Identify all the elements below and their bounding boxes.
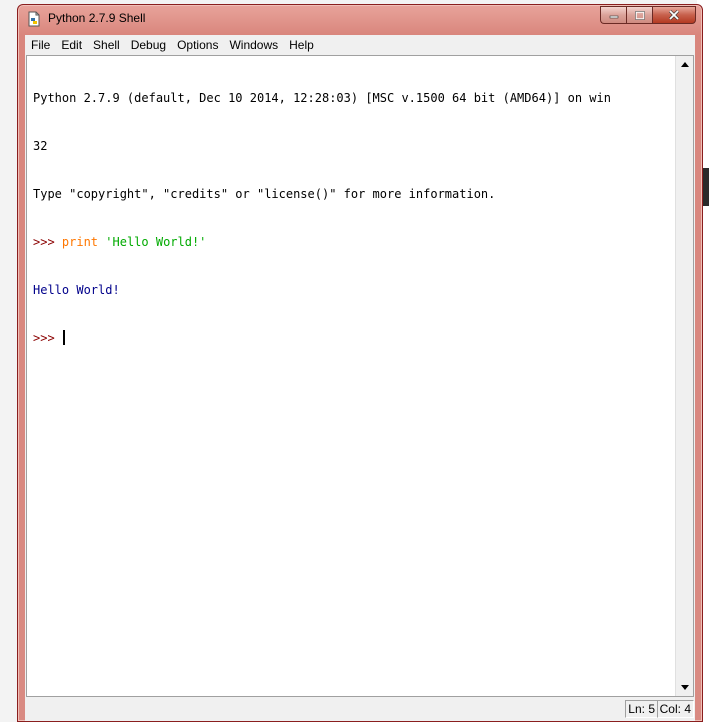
scroll-up-button[interactable] <box>676 56 693 73</box>
menu-edit[interactable]: Edit <box>55 35 87 55</box>
window-title: Python 2.7.9 Shell <box>48 11 146 25</box>
command-line: >>> print 'Hello World!' <box>33 234 673 250</box>
string-literal: 'Hello World!' <box>105 235 207 249</box>
python-file-icon <box>28 11 40 27</box>
arrow-down-icon <box>680 685 689 690</box>
menu-bar: File Edit Shell Debug Options Windows He… <box>25 35 695 55</box>
menu-shell[interactable]: Shell <box>87 35 125 55</box>
line-number-indicator: Ln: 5 <box>625 700 658 718</box>
menu-debug[interactable]: Debug <box>125 35 171 55</box>
minimize-icon <box>609 15 618 19</box>
maximize-icon <box>634 10 645 20</box>
menu-options[interactable]: Options <box>171 35 223 55</box>
column-number-indicator: Col: 4 <box>656 700 694 718</box>
input-line[interactable]: >>> <box>33 330 673 346</box>
vertical-scrollbar[interactable] <box>675 56 693 696</box>
shell-text-area[interactable]: Python 2.7.9 (default, Dec 10 2014, 12:2… <box>33 58 673 696</box>
menu-file[interactable]: File <box>25 35 55 55</box>
shell-text-editor[interactable]: Python 2.7.9 (default, Dec 10 2014, 12:2… <box>26 55 694 697</box>
scroll-down-button[interactable] <box>676 679 693 696</box>
maximize-button[interactable] <box>626 6 652 24</box>
banner-line: 32 <box>33 139 48 153</box>
keyword-print: print <box>61 235 99 249</box>
window-client: File Edit Shell Debug Options Windows He… <box>25 35 695 721</box>
output-line: Hello World! <box>33 283 120 297</box>
minimize-button[interactable] <box>600 6 626 24</box>
status-bar: Ln: 5 Col: 4 <box>25 697 695 721</box>
title-bar[interactable]: Python 2.7.9 Shell <box>18 5 702 35</box>
menu-help[interactable]: Help <box>283 35 319 55</box>
shell-prompt: >>> <box>33 331 62 345</box>
window-controls <box>600 6 696 25</box>
banner-line: Type "copyright", "credits" or "license(… <box>33 187 496 201</box>
arrow-up-icon <box>680 62 689 67</box>
text-cursor <box>62 330 65 345</box>
close-button[interactable] <box>652 6 696 24</box>
idle-shell-window: Python 2.7.9 Shell File Edit Shell Debug… <box>17 4 703 722</box>
close-icon <box>668 10 680 20</box>
shell-prompt: >>> <box>33 235 62 249</box>
banner-line: Python 2.7.9 (default, Dec 10 2014, 12:2… <box>33 91 611 105</box>
menu-windows[interactable]: Windows <box>223 35 283 55</box>
